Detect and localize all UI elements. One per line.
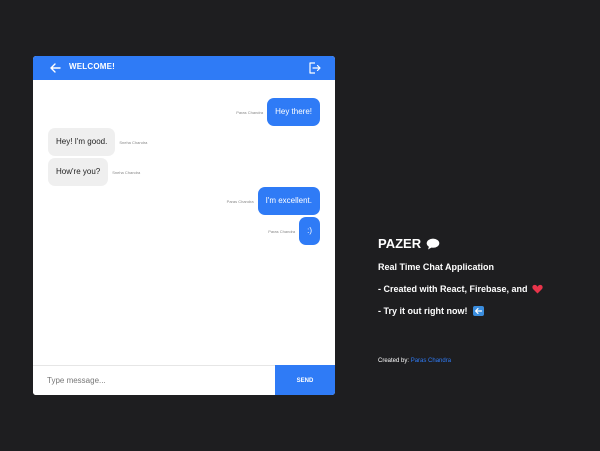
message-bubble: I'm excellent. (257, 187, 320, 215)
tagline-text: Real Time Chat Application (378, 262, 495, 272)
speech-bubble-icon (426, 238, 440, 249)
arrow-left-icon[interactable] (49, 62, 61, 74)
message-bubble: :) (299, 217, 320, 245)
header-title: WELCOME! (69, 62, 116, 71)
heart-icon (531, 284, 543, 294)
message-composer: SEND (33, 365, 335, 395)
message-bubble: Hey there! (267, 98, 320, 126)
left-arrow-icon (472, 306, 484, 316)
message-row: Paras Chandra I'm excellent. (227, 187, 320, 215)
chat-window: WELCOME! Paras Chandra Hey there! Hey! I… (33, 56, 335, 395)
chat-header: WELCOME! (33, 56, 335, 80)
credit-line: Created by: Paras Chandra (378, 358, 451, 364)
message-row: Paras Chandra :) (268, 217, 320, 245)
message-row: Paras Chandra Hey there! (236, 98, 320, 126)
message-sender: Paras Chandra (268, 228, 296, 234)
message-input[interactable] (33, 366, 275, 395)
message-sender: Sneha Chandra (119, 139, 148, 145)
message-bubble: How're you? (48, 158, 109, 186)
message-sender: Sneha Chandra (112, 169, 141, 175)
cta-text: - Try it out right now! (378, 306, 468, 316)
feature-text: - Created with React, Firebase, and (378, 284, 528, 294)
app-info: PAZER Real Time Chat Application - Creat… (378, 236, 543, 316)
tagline: Real Time Chat Application (378, 262, 494, 272)
send-button[interactable]: SEND (275, 365, 335, 395)
brand-name: PAZER (378, 236, 422, 251)
message-row: Hey! I'm good. Sneha Chandra (48, 128, 147, 156)
feature-line: - Created with React, Firebase, and (378, 284, 543, 294)
logout-icon[interactable] (307, 61, 321, 75)
credit-prefix: Created by: (378, 358, 410, 364)
message-sender: Paras Chandra (226, 198, 254, 204)
message-bubble: Hey! I'm good. (48, 128, 116, 156)
cta-line: - Try it out right now! (378, 306, 484, 316)
brand-title: PAZER (378, 236, 440, 251)
author-link[interactable]: Paras Chandra (411, 358, 451, 364)
message-sender: Paras Chandra (236, 109, 264, 115)
message-list: Paras Chandra Hey there! Hey! I'm good. … (33, 80, 335, 365)
message-row: How're you? Sneha Chandra (48, 158, 140, 186)
